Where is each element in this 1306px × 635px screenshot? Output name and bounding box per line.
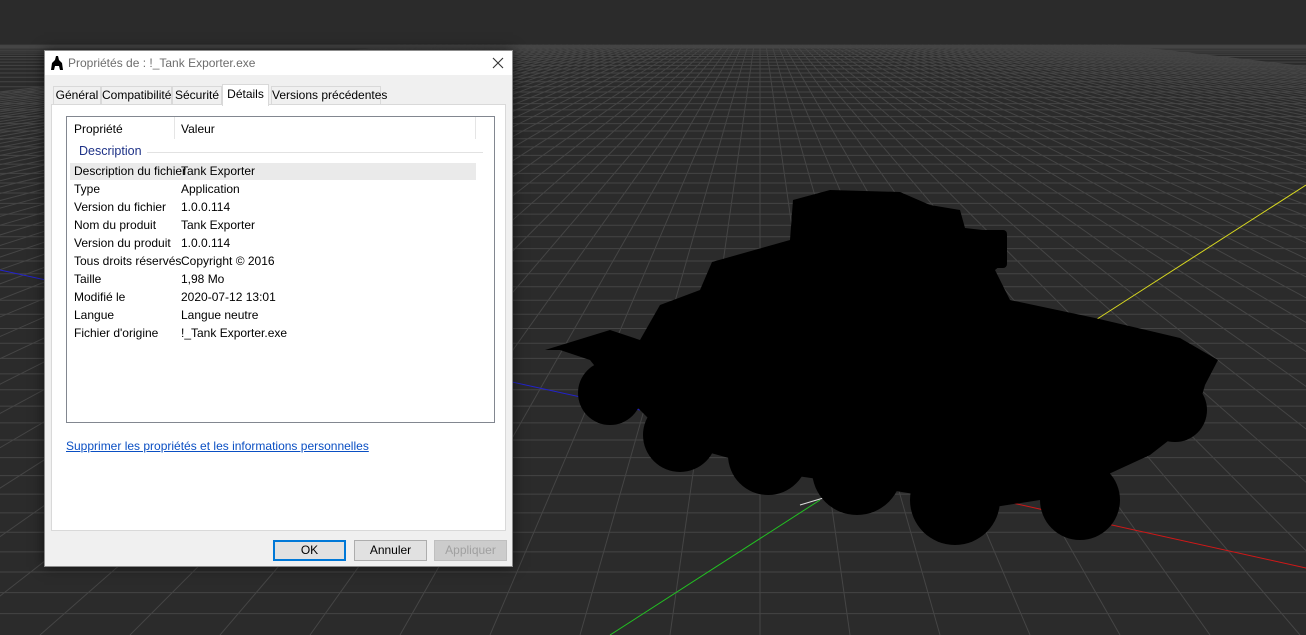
list-row[interactable]: Version du produit 1.0.0.114 <box>70 235 476 252</box>
row-key: Type <box>74 182 101 196</box>
list-row[interactable]: Tous droits réservés Copyright © 2016 <box>70 253 476 270</box>
list-row[interactable]: Taille 1,98 Mo <box>70 271 476 288</box>
list-row[interactable]: Modifié le 2020-07-12 13:01 <box>70 289 476 306</box>
close-icon <box>492 57 504 69</box>
title-bar[interactable]: Propriétés de : !_Tank Exporter.exe <box>45 51 512 75</box>
row-key: Nom du produit <box>74 218 157 232</box>
row-value: Copyright © 2016 <box>181 254 275 268</box>
tab-compatibility[interactable]: Compatibilité <box>101 86 172 104</box>
row-key: Langue <box>74 308 115 322</box>
tab-previous-versions[interactable]: Versions précédentes <box>271 86 387 104</box>
row-value: Tank Exporter <box>181 218 256 232</box>
row-value: Tank Exporter <box>181 164 256 178</box>
column-header-value[interactable]: Valeur <box>181 117 215 139</box>
row-value: Application <box>181 182 240 196</box>
group-header-description: Description <box>79 144 142 158</box>
details-panel: Propriété Valeur Description Description… <box>51 104 506 531</box>
row-key: Modifié le <box>74 290 126 304</box>
remove-properties-link[interactable]: Supprimer les propriétés et les informat… <box>66 439 369 453</box>
row-value: 1,98 Mo <box>181 272 225 286</box>
tab-details[interactable]: Détails <box>222 84 269 106</box>
apply-button[interactable]: Appliquer <box>434 540 507 561</box>
list-row[interactable]: Langue Langue neutre <box>70 307 476 324</box>
row-key: Version du fichier <box>74 200 167 214</box>
window-title: Propriétés de : !_Tank Exporter.exe <box>68 56 256 70</box>
row-key: Taille <box>74 272 102 286</box>
properties-dialog: Propriétés de : !_Tank Exporter.exe Géné… <box>44 50 513 567</box>
ok-button[interactable]: OK <box>273 540 346 561</box>
list-row[interactable]: Nom du produit Tank Exporter <box>70 217 476 234</box>
tab-security[interactable]: Sécurité <box>172 86 222 104</box>
group-divider <box>147 152 483 153</box>
row-value: !_Tank Exporter.exe <box>181 326 288 340</box>
row-value: Langue neutre <box>181 308 259 322</box>
row-key: Description du fichier <box>74 164 187 178</box>
row-key: Fichier d'origine <box>74 326 159 340</box>
close-button[interactable] <box>484 51 512 75</box>
row-key: Version du produit <box>74 236 171 250</box>
tank-silhouette-icon <box>49 55 65 71</box>
column-header-property[interactable]: Propriété <box>74 117 123 139</box>
row-value: 1.0.0.114 <box>181 236 231 250</box>
list-row[interactable]: Fichier d'origine !_Tank Exporter.exe <box>70 325 476 342</box>
column-divider[interactable] <box>475 117 476 139</box>
cancel-button[interactable]: Annuler <box>354 540 427 561</box>
row-value: 1.0.0.114 <box>181 200 231 214</box>
list-row[interactable]: Type Application <box>70 181 476 198</box>
details-list[interactable]: Propriété Valeur Description Description… <box>66 116 495 423</box>
tab-general[interactable]: Général <box>53 86 101 104</box>
list-row[interactable]: Version du fichier 1.0.0.114 <box>70 199 476 216</box>
row-value: 2020-07-12 13:01 <box>181 290 276 304</box>
row-key: Tous droits réservés <box>74 254 182 268</box>
column-divider[interactable] <box>174 117 175 139</box>
list-row[interactable]: Description du fichier Tank Exporter <box>70 163 476 180</box>
